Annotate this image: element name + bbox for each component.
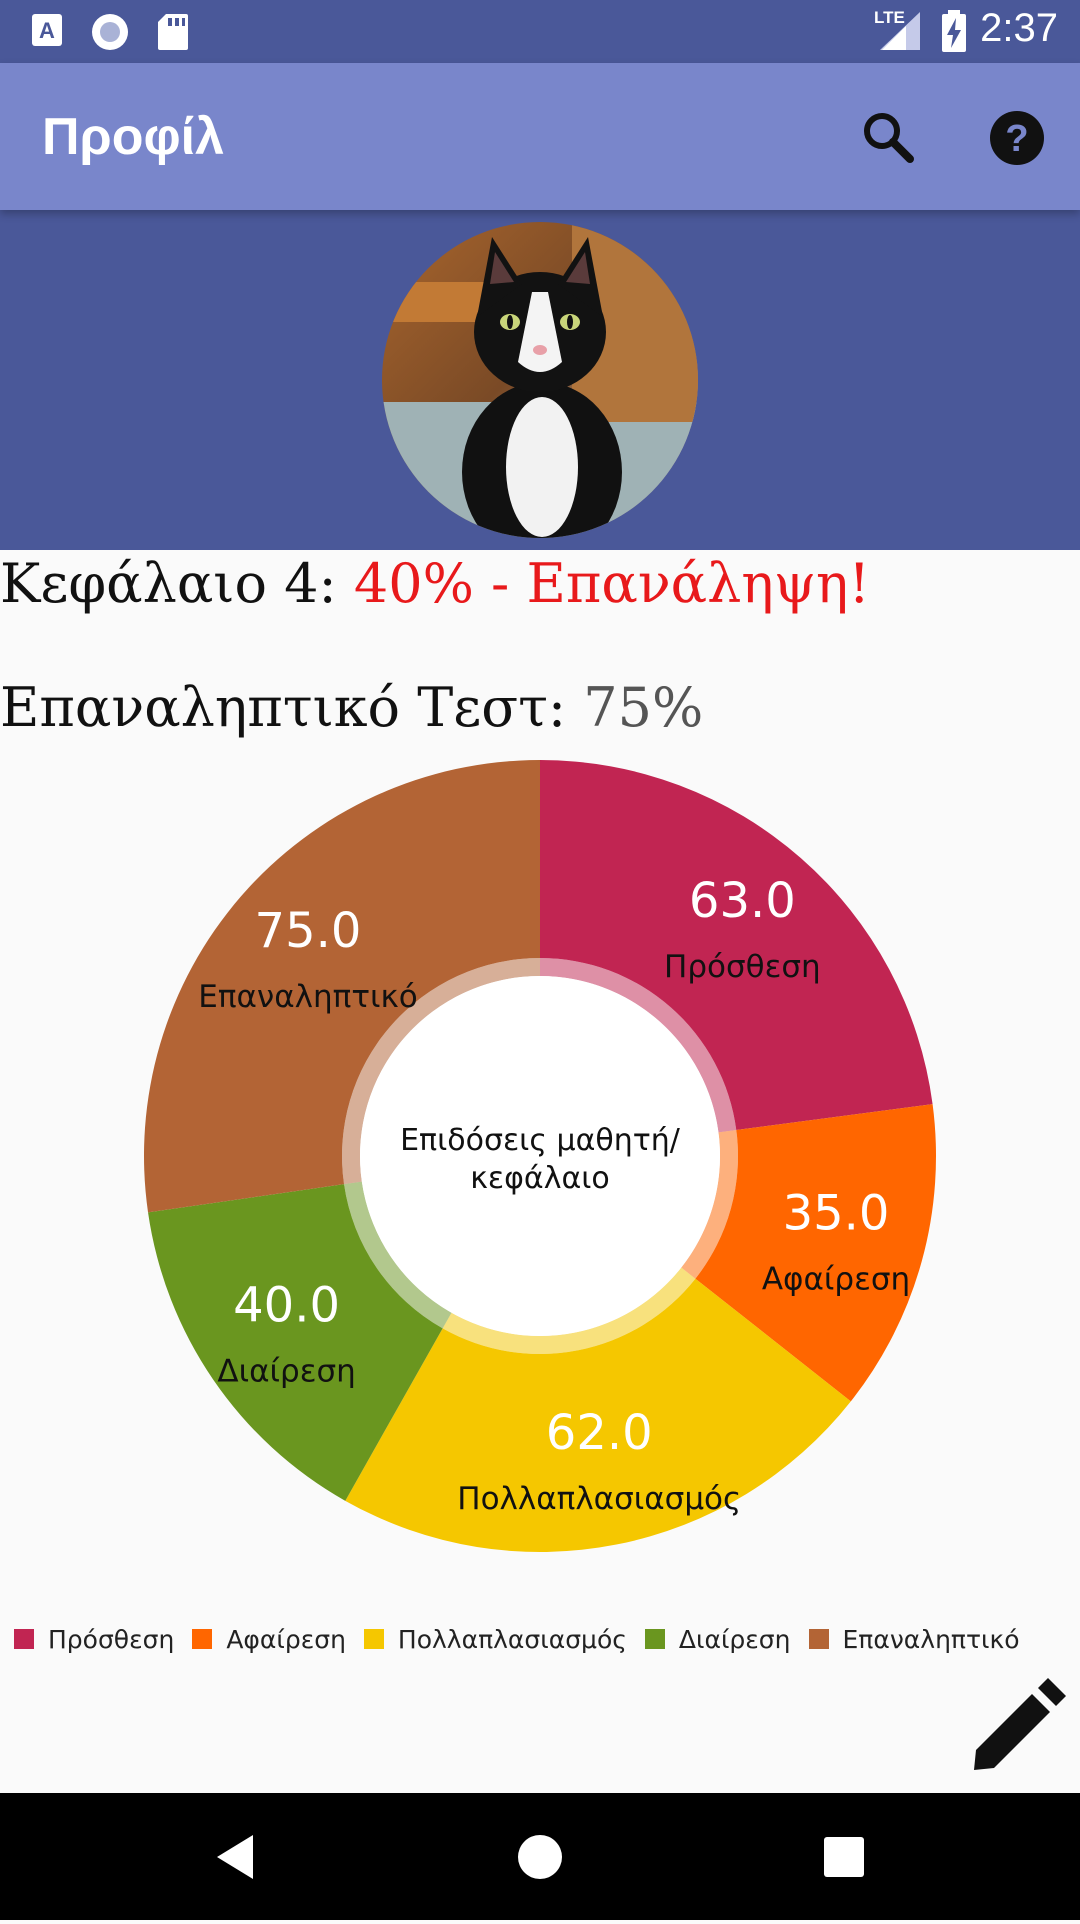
back-icon — [217, 1835, 253, 1879]
network-type: LTE — [874, 8, 905, 27]
slice-value-label: 75.0 — [255, 903, 362, 959]
chart-center-text: Επιδόσεις μαθητή/ — [400, 1123, 681, 1158]
chart-legend: Πρόσθεση Αφαίρεση Πολλαπλασιασμός Διαίρεση Ε… — [14, 1622, 1038, 1656]
search-icon — [864, 113, 914, 163]
home-icon — [518, 1835, 562, 1879]
chapter-status: 40% - Επανάληψη! — [353, 552, 871, 615]
slice-value-label: 40.0 — [233, 1277, 340, 1333]
page-title: Προφίλ — [42, 108, 225, 166]
legend-item: Αφαίρεση — [192, 1625, 346, 1654]
legend-item: Επαναληπτικό — [808, 1624, 1020, 1654]
legend-item: Πρόσθεση — [14, 1625, 174, 1654]
battery-charging-icon — [942, 10, 966, 52]
legend-item: Πολλαπλασιασμός — [363, 1624, 627, 1654]
navigation-bar — [0, 1793, 1080, 1920]
test-score-line: Επαναληπτικό Τεστ: 75% — [0, 676, 703, 739]
svg-text:?: ? — [1005, 118, 1028, 160]
edit-button[interactable] — [960, 1672, 1070, 1782]
slice-category-label: Πολλαπλασιασμός — [457, 1481, 741, 1517]
legend-label: Επαναληπτικό — [842, 1624, 1020, 1654]
app-bar: Προφίλ ? — [0, 63, 1080, 210]
sd-card-icon — [158, 14, 188, 50]
profile-header — [0, 210, 1080, 550]
chapter-progress-line: Κεφάλαιο 4: 40% - Επανάληψη! — [0, 552, 870, 615]
legend-swatch — [808, 1629, 829, 1649]
avatar[interactable] — [382, 222, 698, 538]
legend-item: Διαίρεση — [644, 1624, 791, 1654]
slice-category-label: Αφαίρεση — [762, 1261, 910, 1297]
recents-button[interactable] — [784, 1793, 904, 1920]
legend-swatch — [192, 1629, 213, 1649]
legend-label: Πολλαπλασιασμός — [397, 1624, 627, 1654]
help-button[interactable]: ? — [982, 103, 1052, 173]
chapter-label: Κεφάλαιο 4: — [0, 552, 354, 615]
search-button[interactable] — [854, 103, 924, 173]
pencil-edit-icon — [974, 1678, 1066, 1770]
slice-category-label: Επαναληπτικό — [198, 979, 417, 1015]
slice-value-label: 63.0 — [689, 873, 796, 929]
test-score: 75% — [583, 676, 704, 739]
back-button[interactable] — [175, 1793, 295, 1920]
legend-label: Διαίρεση — [678, 1624, 791, 1654]
legend-swatch — [363, 1629, 384, 1649]
accessibility-a-icon: A — [32, 14, 62, 46]
help-icon: ? — [990, 111, 1044, 165]
chart-center-text: κεφάλαιο — [470, 1161, 610, 1196]
donut-chart[interactable]: Επιδόσεις μαθητή/κεφάλαιο 63.0 Πρόσθεση 35.… — [0, 740, 1080, 1590]
slice-value-label: 62.0 — [546, 1405, 653, 1461]
slice-value-label: 35.0 — [783, 1185, 890, 1241]
status-time: 2:37 — [980, 6, 1058, 50]
legend-label: Αφαίρεση — [226, 1624, 346, 1654]
slice-category-label: Διαίρεση — [217, 1353, 355, 1389]
legend-swatch — [644, 1629, 665, 1649]
performance-chart[interactable]: Επιδόσεις μαθητή/κεφάλαιο 63.0 Πρόσθεση 35.… — [0, 740, 1080, 1590]
cat-avatar-image — [382, 222, 698, 538]
status-bar: A LTE 2:37 — [0, 0, 1080, 63]
record-icon — [92, 14, 128, 50]
slice-category-label: Πρόσθεση — [664, 949, 821, 985]
recents-icon — [824, 1837, 864, 1877]
legend-swatch — [14, 1629, 34, 1649]
svg-text:A: A — [39, 18, 55, 43]
home-button[interactable] — [480, 1793, 600, 1920]
legend-label: Πρόσθεση — [48, 1624, 175, 1654]
test-label: Επαναληπτικό Τεστ: — [0, 676, 584, 739]
